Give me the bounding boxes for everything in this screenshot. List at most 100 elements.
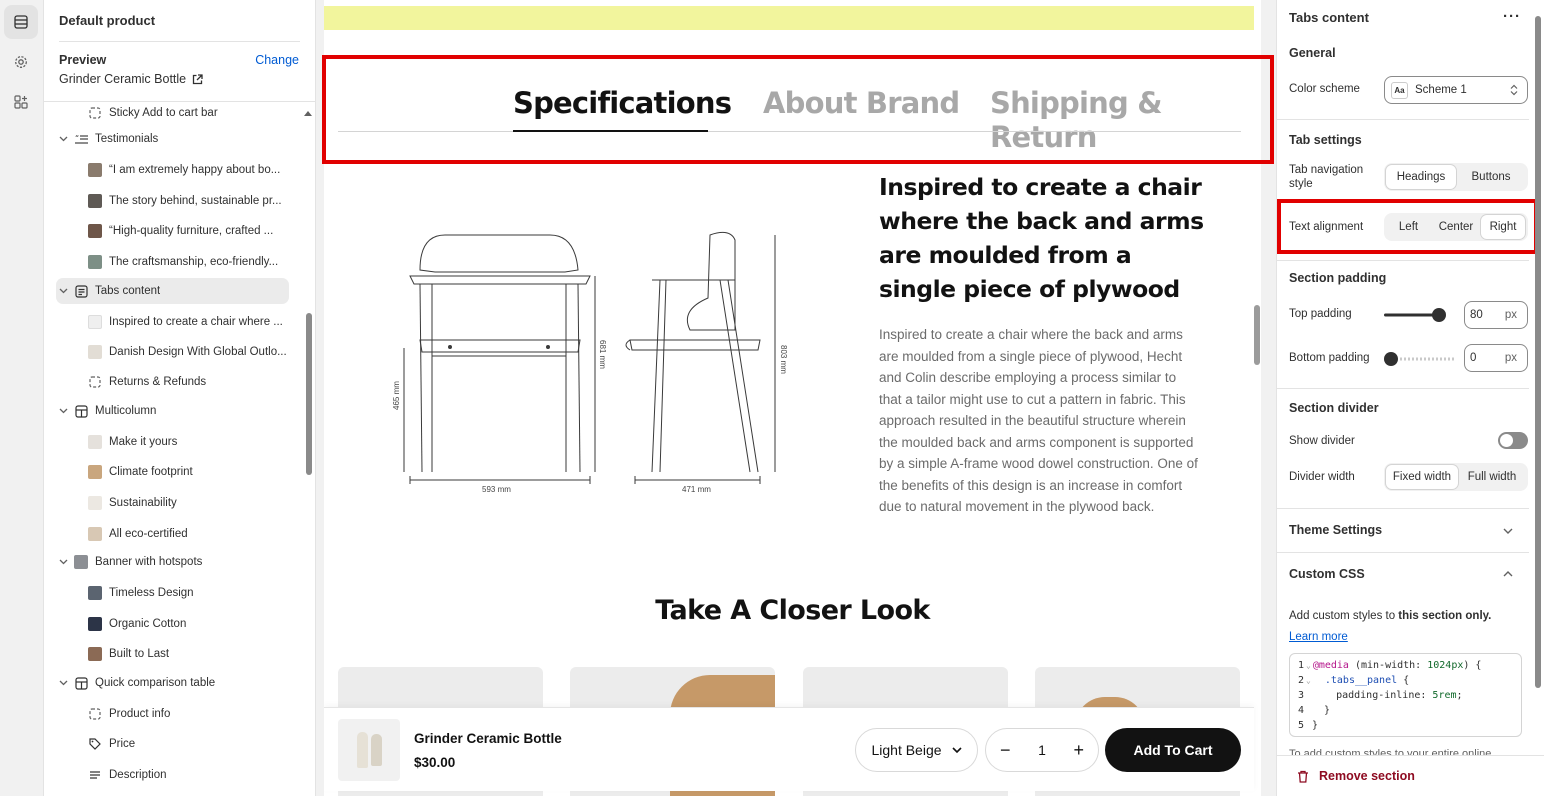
theme-settings-header[interactable]: Theme Settings — [1289, 523, 1382, 537]
image-thumb — [88, 345, 102, 359]
select-arrows-icon — [1510, 84, 1518, 96]
dashed-square-icon — [88, 707, 102, 721]
plus-icon[interactable]: + — [1073, 740, 1084, 761]
preview-scrollbar[interactable] — [1254, 305, 1260, 365]
top-padding-input[interactable]: 80 px — [1464, 301, 1528, 329]
tab-panel-body: Inspired to create a chair where the bac… — [879, 327, 1198, 514]
chair-drawing: 593 mm 471 mm 465 mm 681 mm 803 mm — [392, 231, 788, 494]
tree-item-tab[interactable]: Returns & Refunds — [88, 369, 288, 395]
tree-item-label: Returns & Refunds — [109, 376, 207, 388]
top-padding-value[interactable]: 80 — [1470, 309, 1483, 321]
chevron-down-icon[interactable] — [56, 132, 70, 146]
color-scheme-select[interactable]: Aa Scheme 1 — [1384, 76, 1528, 104]
tree-item-sticky-add-to-cart[interactable]: Sticky Add to cart bar — [88, 100, 288, 126]
tree-item-label: Danish Design With Global Outlo... — [109, 346, 287, 358]
chevron-down-icon[interactable] — [56, 284, 70, 298]
tree-section-comparison-table[interactable]: Quick comparison table — [56, 670, 288, 696]
image-thumb — [88, 435, 102, 449]
nav-style-buttons[interactable]: Buttons — [1456, 165, 1526, 189]
columns-icon — [74, 404, 88, 418]
panel-scrollbar[interactable] — [1535, 16, 1541, 688]
scrollbar-thumb[interactable] — [306, 313, 312, 475]
tree-item-column[interactable]: All eco-certified — [88, 521, 288, 547]
custom-css-header[interactable]: Custom CSS — [1289, 567, 1365, 581]
show-divider-toggle[interactable] — [1498, 432, 1528, 449]
gear-icon[interactable] — [4, 45, 38, 79]
variant-select[interactable]: Light Beige — [855, 728, 978, 772]
product-thumbnail — [338, 719, 400, 781]
tree-item-label: The story behind, sustainable pr... — [109, 195, 282, 207]
learn-more-link[interactable]: Learn more — [1289, 630, 1348, 644]
help-text-bold: this section only. — [1398, 610, 1492, 622]
scroll-up-icon[interactable] — [304, 110, 312, 116]
sidebar-scrollbar[interactable] — [303, 108, 313, 796]
preview-canvas: Specifications About Brand Shipping & Re… — [316, 0, 1276, 796]
tree-item-hotspot[interactable]: Built to Last — [88, 641, 288, 667]
tree-item-comparison[interactable]: Price — [88, 731, 288, 757]
top-padding-label: Top padding — [1289, 308, 1352, 320]
tree-item-label: Timeless Design — [109, 587, 194, 599]
preview-product[interactable]: Grinder Ceramic Bottle — [59, 72, 203, 86]
svg-text:“: “ — [75, 134, 79, 143]
tree-item-comparison[interactable]: Description — [88, 762, 288, 788]
price-tag-icon — [88, 737, 102, 751]
tree-section-tabs-content[interactable]: Tabs content — [56, 278, 289, 304]
nav-style-headings[interactable]: Headings — [1386, 165, 1456, 189]
tree-item-label: All eco-certified — [109, 528, 188, 540]
code-line: } — [1312, 720, 1319, 731]
sections-icon[interactable] — [4, 5, 38, 39]
bottom-padding-input[interactable]: 0 px — [1464, 344, 1528, 372]
dashed-square-icon — [88, 375, 102, 389]
divider-fixed-width[interactable]: Fixed width — [1386, 465, 1458, 489]
code-line: @media (min-width: 1024px) { — [1312, 660, 1482, 671]
tree-item-label: Quick comparison table — [95, 677, 216, 689]
tree-section-banner-hotspots[interactable]: Banner with hotspots — [56, 549, 288, 575]
tree-item-label: “I am extremely happy about bo... — [109, 164, 281, 176]
tree-item-testimonial[interactable]: “High-quality furniture, crafted ... — [88, 218, 288, 244]
announcement-bar — [324, 6, 1254, 30]
chevron-up-icon[interactable] — [1503, 570, 1513, 577]
tree-item-column[interactable]: Sustainability — [88, 490, 288, 516]
image-thumb — [88, 465, 102, 479]
tree-item-hotspot[interactable]: Organic Cotton — [88, 611, 288, 637]
css-code-editor[interactable]: 1 ⌄ @media (min-width: 1024px) { 2 ⌄ .tabs_… — [1289, 653, 1522, 737]
quantity-stepper[interactable]: − 1 + — [985, 728, 1099, 772]
chevron-down-icon[interactable] — [1503, 528, 1513, 535]
tree-item-tab[interactable]: Inspired to create a chair where ... — [88, 309, 288, 335]
remove-section-button[interactable]: Remove section — [1297, 769, 1415, 783]
tree-item-testimonial[interactable]: The craftsmanship, eco-friendly... — [88, 249, 288, 275]
apps-icon[interactable] — [4, 85, 38, 119]
chevron-down-icon[interactable] — [56, 555, 70, 569]
chevron-down-icon[interactable] — [56, 404, 70, 418]
top-padding-slider[interactable] — [1384, 307, 1456, 323]
dimension-label: 593 mm — [482, 485, 511, 494]
tree-item-column[interactable]: Make it yours — [88, 429, 288, 455]
tree-section-multicolumn[interactable]: Multicolumn — [56, 398, 288, 424]
more-actions-icon[interactable]: ··· — [1503, 8, 1521, 25]
tree-item-tab[interactable]: Danish Design With Global Outlo... — [88, 339, 288, 365]
chevron-down-icon — [951, 746, 962, 753]
divider-full-width[interactable]: Full width — [1458, 465, 1526, 489]
dimension-label: 471 mm — [682, 485, 711, 494]
dimension-label: 681 mm — [598, 340, 607, 369]
text-lines-icon — [88, 768, 102, 782]
bottom-padding-value[interactable]: 0 — [1470, 352, 1476, 364]
tree-item-testimonial[interactable]: “I am extremely happy about bo... — [88, 157, 288, 183]
dashed-square-icon — [88, 106, 102, 120]
chevron-down-icon[interactable] — [56, 676, 70, 690]
change-preview-link[interactable]: Change — [255, 53, 299, 67]
tree-item-label: Climate footprint — [109, 466, 193, 478]
minus-icon[interactable]: − — [1000, 740, 1011, 761]
tree-item-label: Price — [109, 738, 136, 750]
bottom-padding-slider[interactable] — [1384, 351, 1456, 367]
tree-item-column[interactable]: Climate footprint — [88, 459, 288, 485]
add-to-cart-button[interactable]: Add To Cart — [1105, 728, 1241, 772]
quantity-value[interactable]: 1 — [1038, 742, 1046, 758]
tree-item-comparison[interactable]: Product info — [88, 701, 288, 727]
tree-item-label: Organic Cotton — [109, 618, 187, 630]
tree-section-testimonials[interactable]: “ Testimonials — [56, 126, 288, 152]
custom-css-footer-text: To add custom styles to your entire onli… — [1289, 748, 1492, 755]
panel-title: Tabs content — [1289, 10, 1369, 25]
tree-item-testimonial[interactable]: The story behind, sustainable pr... — [88, 188, 288, 214]
tree-item-hotspot[interactable]: Timeless Design — [88, 580, 288, 606]
